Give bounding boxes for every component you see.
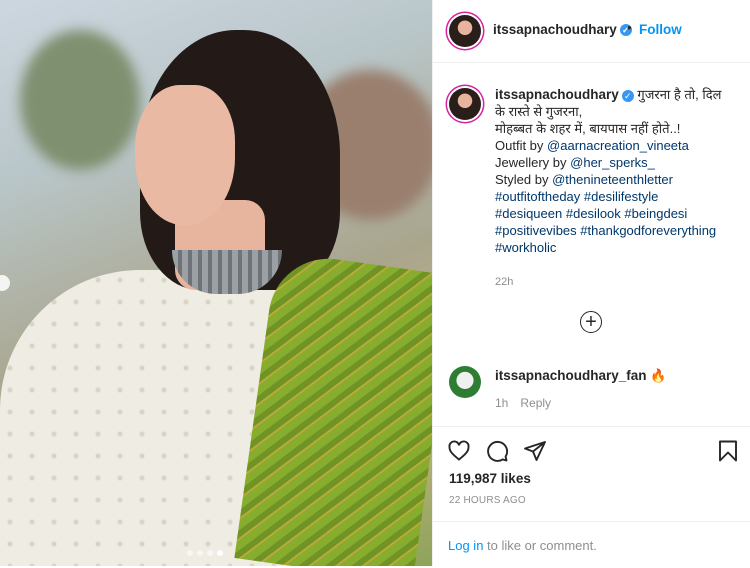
caption-time: 22h: [495, 276, 514, 288]
commenter-username[interactable]: itssapnachoudhary_fan: [495, 368, 647, 383]
load-more-comments-icon[interactable]: +: [580, 311, 602, 333]
caption-avatar[interactable]: [449, 88, 481, 120]
mention-link[interactable]: @thenineteenthletter: [552, 172, 673, 187]
caption-line: के रास्ते से गुजरना,: [495, 104, 583, 119]
carousel-dot: [187, 550, 193, 556]
hashtag-link[interactable]: #positivevibes: [495, 223, 577, 238]
hashtag-link[interactable]: #beingdesi: [624, 206, 687, 221]
post-header: itssapnachoudhary ✓ • Follow: [433, 0, 750, 63]
avatar[interactable]: [449, 15, 481, 47]
hashtag-link[interactable]: #workholic: [495, 240, 556, 255]
hashtag-link[interactable]: #desiqueen: [495, 206, 562, 221]
comment-icon[interactable]: [485, 439, 509, 463]
caption-line: मोहब्बत के शहर में, बायपास नहीं होते..!: [495, 121, 681, 136]
outfit-label: Outfit by: [495, 138, 548, 153]
login-bar: Log in to like or comment.: [433, 521, 750, 568]
carousel-dot-active: [217, 550, 223, 556]
post-actions: 119,987 likes 22 HOURS AGO Log in to lik…: [433, 426, 750, 567]
hashtag-link[interactable]: #desilifestyle: [584, 189, 658, 204]
caption-text: itssapnachoudhary ✓ गुजरना है तो, दिल के …: [495, 86, 745, 256]
mention-link[interactable]: @aarnacreation_vineeta: [547, 138, 689, 153]
commenter-avatar[interactable]: [449, 366, 481, 398]
hashtag-link[interactable]: #desilook: [566, 206, 621, 221]
post-photo[interactable]: [0, 0, 432, 566]
comment-time: 1h: [495, 396, 509, 410]
separator-dot: •: [627, 20, 632, 35]
face: [135, 85, 235, 225]
login-hint: to like or comment.: [483, 538, 597, 553]
styled-label: Styled by: [495, 172, 553, 187]
caption-line: गुजरना है तो, दिल: [637, 87, 722, 102]
caption-username[interactable]: itssapnachoudhary: [495, 87, 619, 102]
carousel-prev-button[interactable]: [0, 275, 10, 291]
verified-badge-icon: ✓: [621, 89, 634, 102]
post-timestamp[interactable]: 22 HOURS AGO: [449, 495, 526, 506]
heart-icon[interactable]: [447, 439, 471, 463]
bookmark-icon[interactable]: [716, 439, 740, 463]
username-text[interactable]: itssapnachoudhary: [493, 22, 617, 37]
header-username[interactable]: itssapnachoudhary ✓: [493, 22, 632, 37]
login-link[interactable]: Log in: [448, 538, 483, 553]
carousel-dots: [187, 550, 223, 556]
share-icon[interactable]: [523, 439, 547, 463]
fire-emoji: 🔥: [650, 368, 667, 383]
hashtag-link[interactable]: #outfitoftheday: [495, 189, 580, 204]
carousel-dot: [207, 550, 213, 556]
reply-button[interactable]: Reply: [520, 396, 551, 410]
hashtag-link[interactable]: #thankgodforeverything: [580, 223, 716, 238]
background-tree: [20, 30, 140, 170]
follow-button[interactable]: Follow: [639, 22, 682, 37]
post-side-panel: itssapnachoudhary ✓ • Follow itssapnachou…: [432, 0, 750, 566]
likes-count[interactable]: 119,987 likes: [449, 471, 531, 486]
mention-link[interactable]: @her_sperks_: [570, 155, 655, 170]
carousel-dot: [197, 550, 203, 556]
jewellery-label: Jewellery by: [495, 155, 571, 170]
